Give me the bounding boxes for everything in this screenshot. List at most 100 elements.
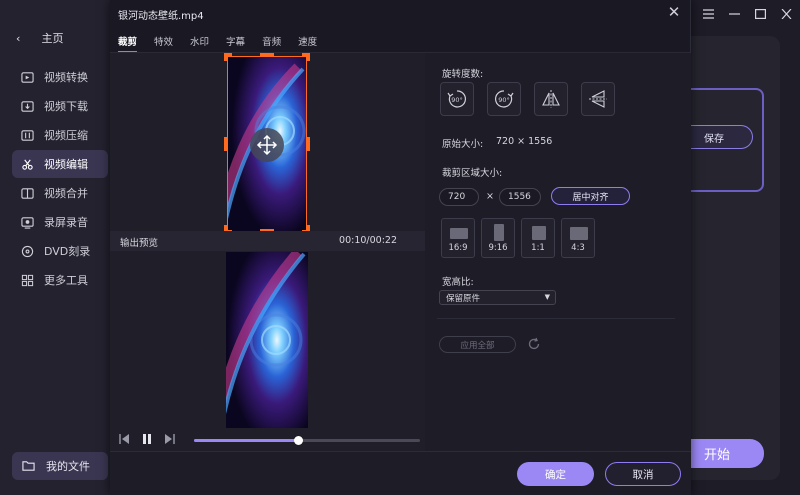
sidebar: ‹ 主页 视频转换 视频下载 视频压缩 视频编辑 视频合并 录屏录音 DVD刻录… — [0, 0, 110, 495]
sidebar-item-label: 录屏录音 — [44, 216, 88, 229]
start-label: 开始 — [704, 448, 731, 463]
dvd-icon — [20, 244, 34, 258]
my-files-label: 我的文件 — [46, 460, 90, 473]
tab-crop[interactable]: 裁剪 — [118, 34, 138, 53]
rotate-right-label: 90° — [498, 96, 510, 104]
rotate-right-button[interactable]: 90° — [487, 82, 521, 116]
ratio-label: 4:3 — [571, 243, 585, 253]
time-display: 00:10/00:22 — [339, 235, 397, 246]
sidebar-item-label: 视频合并 — [44, 187, 88, 200]
original-size-label: 原始大小: — [442, 139, 484, 150]
player-controls — [110, 430, 425, 451]
center-align-button[interactable]: 居中对齐 — [551, 187, 630, 205]
sidebar-item-label: 更多工具 — [44, 274, 88, 287]
crop-height-input[interactable]: 1556 — [499, 188, 541, 206]
sidebar-item-label: 视频压缩 — [44, 129, 88, 142]
progress-knob[interactable] — [293, 436, 303, 445]
cancel-button[interactable]: 取消 — [605, 462, 681, 486]
sidebar-item-dvd[interactable]: DVD刻录 — [12, 237, 108, 265]
app-window: ‹ 主页 视频转换 视频下载 视频压缩 视频编辑 视频合并 录屏录音 DVD刻录… — [0, 0, 800, 495]
sidebar-item-label: DVD刻录 — [44, 245, 91, 258]
apply-all-button[interactable]: 应用全部 — [439, 336, 516, 353]
dialog-title: 银河动态壁纸.mp4 — [118, 11, 204, 22]
ratio-4-3-icon — [570, 227, 588, 240]
maximize-icon[interactable] — [754, 8, 766, 20]
crop-handle-tr[interactable] — [302, 53, 310, 61]
sidebar-item-video-convert[interactable]: 视频转换 — [12, 63, 108, 91]
move-handle[interactable] — [250, 128, 284, 162]
rotate-left-button[interactable]: 90° — [440, 82, 474, 116]
close-icon[interactable]: ✕ — [666, 4, 682, 20]
next-frame-icon[interactable] — [164, 433, 176, 445]
reset-icon[interactable] — [527, 337, 541, 351]
center-align-label: 居中对齐 — [572, 192, 609, 203]
grid-icon — [20, 273, 34, 287]
crop-handle-right[interactable] — [307, 137, 310, 151]
chevron-down-icon: ▼ — [544, 293, 550, 301]
chevron-left-icon: ‹ — [16, 32, 21, 45]
tab-watermark[interactable]: 水印 — [190, 34, 209, 53]
menu-icon[interactable] — [702, 8, 714, 20]
sidebar-item-video-download[interactable]: 视频下载 — [12, 92, 108, 120]
sidebar-item-more-tools[interactable]: 更多工具 — [12, 266, 108, 294]
confirm-label: 确定 — [545, 468, 566, 481]
compress-icon — [20, 128, 34, 142]
preview-area: 输出预览 00:10/00:22 — [110, 53, 425, 451]
output-preview-image — [226, 252, 308, 428]
flip-vertical-icon — [589, 90, 607, 108]
tab-effects[interactable]: 特效 — [154, 34, 173, 53]
crop-handle-left[interactable] — [224, 137, 227, 151]
crop-settings-panel: 旋转度数: 90° 90° 原始大小: 720 × 1556 裁剪区域大小: 7… — [425, 53, 691, 451]
pause-icon[interactable] — [141, 433, 153, 445]
video-convert-icon — [20, 70, 34, 84]
ratio-16-9-icon — [450, 228, 468, 239]
ratio-label: 9:16 — [488, 243, 508, 253]
crop-width-input[interactable]: 720 — [439, 188, 479, 206]
sidebar-item-label: 视频转换 — [44, 71, 88, 84]
my-files-button[interactable]: 我的文件 — [12, 452, 108, 480]
sidebar-home[interactable]: ‹ 主页 — [16, 30, 64, 46]
aspect-ratio-value: 保留原件 — [446, 294, 481, 304]
rotate-left-icon: 90° — [447, 90, 466, 108]
previous-frame-icon[interactable] — [118, 433, 130, 445]
aspect-ratio-label: 宽高比: — [442, 277, 474, 288]
progress-bar[interactable] — [194, 436, 420, 445]
ratio-9-16-button[interactable]: 9:16 — [481, 218, 515, 258]
tab-subtitle[interactable]: 字幕 — [226, 34, 245, 53]
ratio-4-3-button[interactable]: 4:3 — [561, 218, 595, 258]
dialog-footer: 确定 取消 — [110, 451, 691, 495]
sidebar-home-label: 主页 — [41, 32, 64, 45]
crop-handle-tl[interactable] — [224, 53, 232, 61]
flip-vertical-button[interactable] — [581, 82, 615, 116]
ratio-16-9-button[interactable]: 16:9 — [441, 218, 475, 258]
crop-handle-top[interactable] — [260, 53, 274, 56]
original-size-value: 720 × 1556 — [496, 136, 553, 147]
crop-frame[interactable] — [227, 56, 307, 232]
cancel-label: 取消 — [632, 468, 654, 481]
rotate-left-label: 90° — [451, 96, 463, 104]
start-button[interactable]: 开始 — [682, 439, 764, 468]
apply-all-label: 应用全部 — [460, 340, 495, 351]
save-label: 保存 — [704, 133, 724, 145]
sidebar-item-video-merge[interactable]: 视频合并 — [12, 179, 108, 207]
flip-horizontal-button[interactable] — [534, 82, 568, 116]
save-button[interactable]: 保存 — [682, 125, 753, 149]
merge-icon — [20, 186, 34, 200]
window-controls — [702, 8, 792, 20]
tab-audio[interactable]: 音频 — [262, 34, 281, 53]
sidebar-item-video-compress[interactable]: 视频压缩 — [12, 121, 108, 149]
ratio-1-1-button[interactable]: 1:1 — [521, 218, 555, 258]
sidebar-item-record[interactable]: 录屏录音 — [12, 208, 108, 236]
sidebar-item-label: 视频下载 — [44, 100, 88, 113]
aspect-ratio-select[interactable]: 保留原件 ▼ — [439, 290, 556, 305]
crop-times-sign: × — [486, 191, 494, 202]
tab-speed[interactable]: 速度 — [298, 34, 317, 53]
close-app-icon[interactable] — [780, 8, 792, 20]
rotation-label: 旋转度数: — [442, 69, 484, 80]
minimize-icon[interactable] — [728, 8, 740, 20]
download-icon — [20, 99, 34, 113]
sidebar-item-label: 视频编辑 — [44, 158, 88, 171]
sidebar-item-video-edit[interactable]: 视频编辑 — [12, 150, 108, 178]
confirm-button[interactable]: 确定 — [517, 462, 594, 486]
settings-divider — [437, 318, 675, 319]
